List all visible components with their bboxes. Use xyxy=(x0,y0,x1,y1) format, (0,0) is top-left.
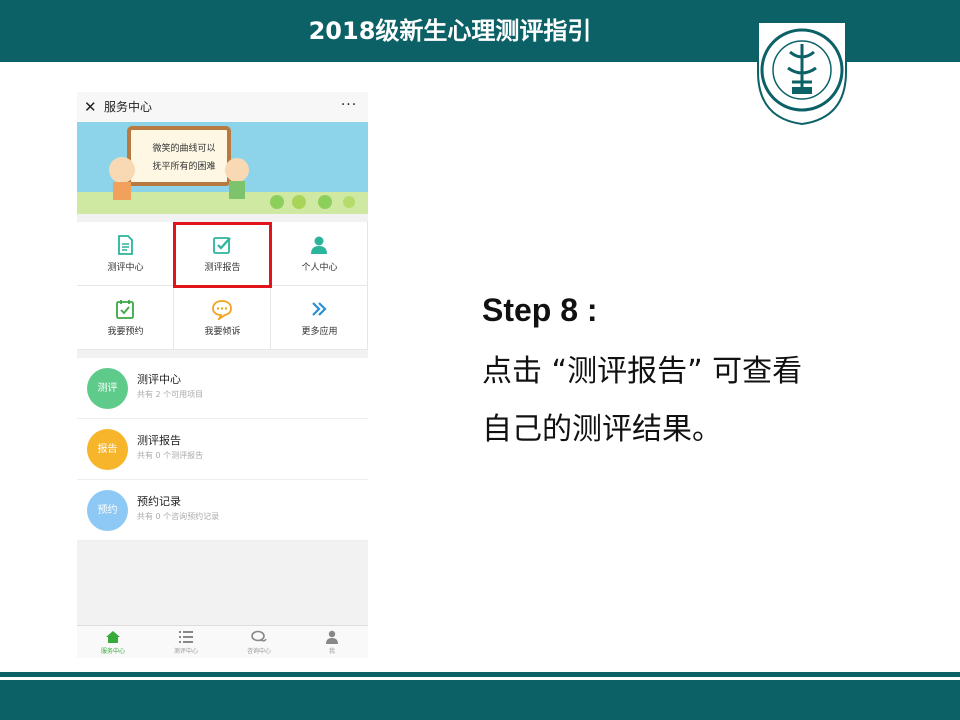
grid-item-assessment-center[interactable]: 测评中心 xyxy=(77,222,174,286)
grid-item-label: 我要倾诉 xyxy=(204,327,241,337)
record-list: 测评 测评中心 共有 2 个可用项目 报告 测评报告 共有 0 个测评报告 预约… xyxy=(77,358,368,541)
double-chevron-icon xyxy=(312,302,327,316)
footer-line xyxy=(0,672,960,677)
list-item-title: 测评报告 xyxy=(137,434,181,447)
logo-text: 廣東财經大學 xyxy=(769,6,835,19)
home-icon xyxy=(106,631,120,643)
footer-bar xyxy=(0,680,960,720)
more-menu-icon[interactable]: ··· xyxy=(339,94,359,116)
nav-title: 服务中心 xyxy=(104,100,153,114)
phone-screenshot: ✕ 服务中心 ··· 微笑的曲线可以 抚平所有的困难 测评中心 测评报告 个人中… xyxy=(77,92,368,658)
tab-label: 我 xyxy=(328,648,335,655)
tab-label: 服务中心 xyxy=(100,648,125,655)
phone-nav-bar: ✕ 服务中心 ··· xyxy=(77,92,368,122)
list-item-subtitle: 共有 0 个咨询预约记录 xyxy=(137,512,220,521)
university-seal-icon xyxy=(757,21,847,126)
tab-assessment-center[interactable]: 测评中心 xyxy=(150,626,222,658)
list-item-title: 测评中心 xyxy=(137,373,181,386)
tab-me[interactable]: 我 xyxy=(296,626,368,658)
instruction-line-1: 点击 “测评报告” 可查看 xyxy=(482,354,803,389)
close-icon[interactable]: ✕ xyxy=(84,96,98,118)
grid-item-label: 测评中心 xyxy=(107,263,144,273)
list-item-subtitle: 共有 2 个可用项目 xyxy=(137,390,204,399)
tab-label: 咨询中心 xyxy=(246,648,271,655)
banner-text-1: 微笑的曲线可以 xyxy=(152,144,216,154)
list-item-subtitle: 共有 0 个测评报告 xyxy=(137,451,204,460)
tab-service-center[interactable]: 服务中心 xyxy=(77,626,149,658)
list-icon xyxy=(179,631,193,643)
university-logo: 廣東财經大學 xyxy=(752,6,852,128)
instruction-line-2: 自己的测评结果。 xyxy=(482,412,722,447)
tab-consult-center[interactable]: 咨询中心 xyxy=(223,626,295,658)
user-icon xyxy=(326,630,338,644)
tab-label: 测评中心 xyxy=(173,648,198,655)
document-icon xyxy=(118,235,133,255)
person-icon xyxy=(311,236,327,254)
list-avatar: 测评 xyxy=(87,368,128,409)
list-item[interactable]: 预约 预约记录 共有 0 个咨询预约记录 xyxy=(77,480,368,541)
list-item[interactable]: 测评 测评中心 共有 2 个可用项目 xyxy=(77,358,368,419)
grid-item-personal-center[interactable]: 个人中心 xyxy=(271,222,368,286)
grid-item-more-apps[interactable]: 更多应用 xyxy=(271,286,368,350)
banner-image: 微笑的曲线可以 抚平所有的困难 xyxy=(77,122,368,214)
banner-text-2: 抚平所有的困难 xyxy=(152,162,216,172)
grid-item-label: 我要预约 xyxy=(107,327,144,337)
bottom-tab-bar: 服务中心 测评中心 咨询中心 我 xyxy=(77,625,368,658)
list-item-title: 预约记录 xyxy=(137,495,181,508)
chat-bubble-icon xyxy=(212,300,232,320)
list-avatar: 预约 xyxy=(87,490,128,531)
calendar-check-icon xyxy=(116,300,134,319)
list-item[interactable]: 报告 测评报告 共有 0 个测评报告 xyxy=(77,419,368,480)
chat-icon xyxy=(251,630,267,642)
step-label: Step 8 : xyxy=(482,292,598,328)
grid-item-make-appointment[interactable]: 我要预约 xyxy=(77,286,174,350)
grid-item-label: 更多应用 xyxy=(301,327,338,337)
grid-item-confide[interactable]: 我要倾诉 xyxy=(174,286,271,350)
grid-item-label: 个人中心 xyxy=(301,263,338,273)
list-avatar: 报告 xyxy=(87,429,128,470)
highlight-box xyxy=(173,222,272,288)
